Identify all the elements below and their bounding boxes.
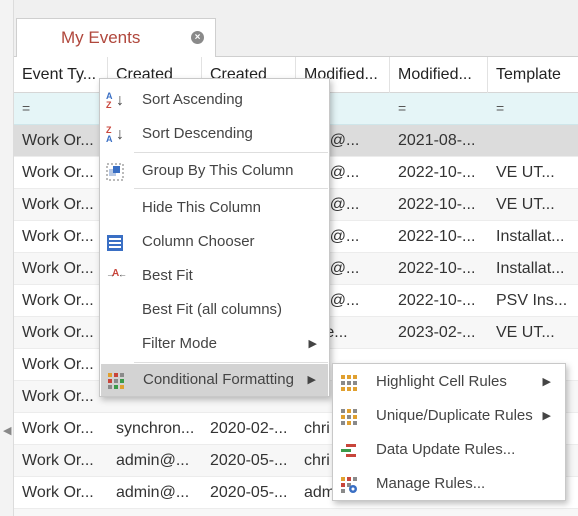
submenu-arrow-icon: ▶ xyxy=(542,410,551,422)
menu-item-data-update-rules[interactable]: Data Update Rules... xyxy=(333,433,565,467)
menu-item-sort-descending[interactable]: Z A ↓ Sort Descending xyxy=(100,118,329,150)
menu-item-sort-ascending[interactable]: A Z ↓ Sort Ascending xyxy=(100,84,329,116)
menu-item-label: Conditional Formatting xyxy=(143,371,294,388)
cell-template[interactable]: Installat... xyxy=(488,221,578,253)
cell-event-type[interactable]: Work Or... xyxy=(14,221,108,253)
cell-created-date[interactable]: 2020-05-... xyxy=(202,445,296,477)
menu-item-label: Manage Rules... xyxy=(376,475,486,492)
cell-event-type[interactable]: Work Or... xyxy=(14,349,108,381)
cell-template[interactable]: Installat... xyxy=(488,253,578,285)
cell-modified-date[interactable]: 2022-10-... xyxy=(390,157,488,189)
submenu-arrow-icon: ▶ xyxy=(307,374,316,386)
menu-item-column-chooser[interactable]: Column Chooser xyxy=(100,226,329,258)
menu-item-label: Best Fit (all columns) xyxy=(142,301,283,318)
cell-event-type[interactable]: Work Or... xyxy=(14,477,108,509)
submenu-arrow-icon: ▶ xyxy=(542,376,551,388)
cell-event-type[interactable]: Work Or... xyxy=(14,125,108,157)
menu-separator xyxy=(134,188,328,189)
cell-modified-date[interactable]: 2023-02-... xyxy=(390,317,488,349)
column-chooser-icon xyxy=(106,234,124,252)
menu-item-group-by-column[interactable]: Group By This Column xyxy=(100,155,329,187)
cell-template[interactable]: PSV Ins... xyxy=(488,285,578,317)
cell-template[interactable] xyxy=(488,509,578,516)
cell-template[interactable]: VE UT... xyxy=(488,189,578,221)
menu-item-label: Filter Mode xyxy=(142,335,218,352)
table-row[interactable]: Work Or...admin@...2020-05-...synch... xyxy=(14,509,578,516)
cell-template[interactable] xyxy=(488,125,578,157)
cell-modified-date[interactable]: 2022-10-... xyxy=(390,189,488,221)
menu-item-highlight-cell-rules[interactable]: Highlight Cell Rules ▶ xyxy=(333,365,565,399)
tab-my-events[interactable]: My Events × xyxy=(16,18,216,58)
cell-event-type[interactable]: Work Or... xyxy=(14,445,108,477)
menu-item-label: Sort Ascending xyxy=(142,91,243,108)
cell-template[interactable]: VE UT... xyxy=(488,157,578,189)
highlight-cell-rules-icon xyxy=(340,374,358,392)
cell-created-by[interactable]: admin@... xyxy=(108,445,202,477)
cell-event-type[interactable]: Work Or... xyxy=(14,285,108,317)
cell-modified-date[interactable]: 2022-10-... xyxy=(390,285,488,317)
conditional-formatting-submenu: Highlight Cell Rules ▶ Unique/Duplicate … xyxy=(332,363,566,501)
group-by-icon xyxy=(106,163,124,181)
menu-separator xyxy=(134,362,328,363)
menu-item-label: Data Update Rules... xyxy=(376,441,516,458)
menu-item-label: Group By This Column xyxy=(142,162,294,179)
menu-item-label: Hide This Column xyxy=(142,199,261,216)
cell-event-type[interactable]: Work Or... xyxy=(14,157,108,189)
data-update-rules-icon xyxy=(340,442,358,460)
cell-event-type[interactable]: Work Or... xyxy=(14,253,108,285)
submenu-arrow-icon: ▶ xyxy=(308,338,317,350)
cell-created-by[interactable]: admin@... xyxy=(108,477,202,509)
collapse-left-icon[interactable]: ◀ xyxy=(3,424,11,437)
menu-item-best-fit[interactable]: → A ← Best Fit xyxy=(100,260,329,292)
cell-modified-date[interactable]: 2021-08-... xyxy=(390,125,488,157)
filter-cell[interactable]: = xyxy=(390,93,406,125)
menu-item-best-fit-all[interactable]: Best Fit (all columns) xyxy=(100,294,329,326)
cell-created-date[interactable]: 2020-05-... xyxy=(202,509,296,516)
cell-created-date[interactable]: 2020-02-... xyxy=(202,413,296,445)
manage-rules-icon xyxy=(340,476,358,494)
cell-modified-date[interactable]: 2022-10-... xyxy=(390,221,488,253)
menu-item-unique-duplicate-rules[interactable]: Unique/Duplicate Rules ▶ xyxy=(333,399,565,433)
cell-event-type[interactable]: Work Or... xyxy=(14,381,108,413)
filter-cell[interactable]: = xyxy=(488,93,504,125)
menu-item-label: Highlight Cell Rules xyxy=(376,373,507,390)
cell-template[interactable]: VE UT... xyxy=(488,317,578,349)
cell-modified-by[interactable]: synch... xyxy=(296,509,390,516)
tab-title: My Events xyxy=(61,28,141,47)
menu-item-conditional-formatting[interactable]: Conditional Formatting ▶ xyxy=(101,364,328,396)
cell-created-date[interactable]: 2020-05-... xyxy=(202,477,296,509)
cell-modified-date[interactable]: 2022-10-... xyxy=(390,253,488,285)
column-header-modified-date[interactable]: Modified... xyxy=(390,57,488,93)
cell-event-type[interactable]: Work Or... xyxy=(14,509,108,516)
menu-item-hide-column[interactable]: Hide This Column xyxy=(100,192,329,224)
best-fit-icon: → A ← xyxy=(106,268,127,279)
sort-descending-icon: Z A ↓ xyxy=(106,125,124,144)
cell-created-by[interactable]: synchron... xyxy=(108,413,202,445)
cell-modified-date[interactable] xyxy=(390,509,488,516)
cell-event-type[interactable]: Work Or... xyxy=(14,317,108,349)
menu-item-label: Best Fit xyxy=(142,267,193,284)
cell-created-by[interactable]: admin@... xyxy=(108,509,202,516)
menu-separator xyxy=(134,152,328,153)
unique-duplicate-rules-icon xyxy=(340,408,358,426)
cell-event-type[interactable]: Work Or... xyxy=(14,413,108,445)
conditional-formatting-icon xyxy=(107,372,125,390)
column-header-template[interactable]: Template xyxy=(488,57,578,93)
menu-item-manage-rules[interactable]: Manage Rules... xyxy=(333,467,565,501)
menu-item-filter-mode[interactable]: Filter Mode ▶ xyxy=(100,328,329,360)
menu-item-label: Unique/Duplicate Rules xyxy=(376,407,533,424)
column-context-menu: A Z ↓ Sort Ascending Z A ↓ Sort Descendi… xyxy=(99,78,330,397)
cell-event-type[interactable]: Work Or... xyxy=(14,189,108,221)
close-tab-icon[interactable]: × xyxy=(191,31,204,44)
menu-item-label: Sort Descending xyxy=(142,125,253,142)
tab-bar: My Events × xyxy=(14,0,578,58)
left-splitter[interactable]: ◀ xyxy=(0,0,14,516)
column-header-event-type[interactable]: Event Ty... xyxy=(14,57,108,93)
filter-cell[interactable]: = xyxy=(14,93,30,125)
menu-item-label: Column Chooser xyxy=(142,233,255,250)
sort-ascending-icon: A Z ↓ xyxy=(106,91,124,110)
